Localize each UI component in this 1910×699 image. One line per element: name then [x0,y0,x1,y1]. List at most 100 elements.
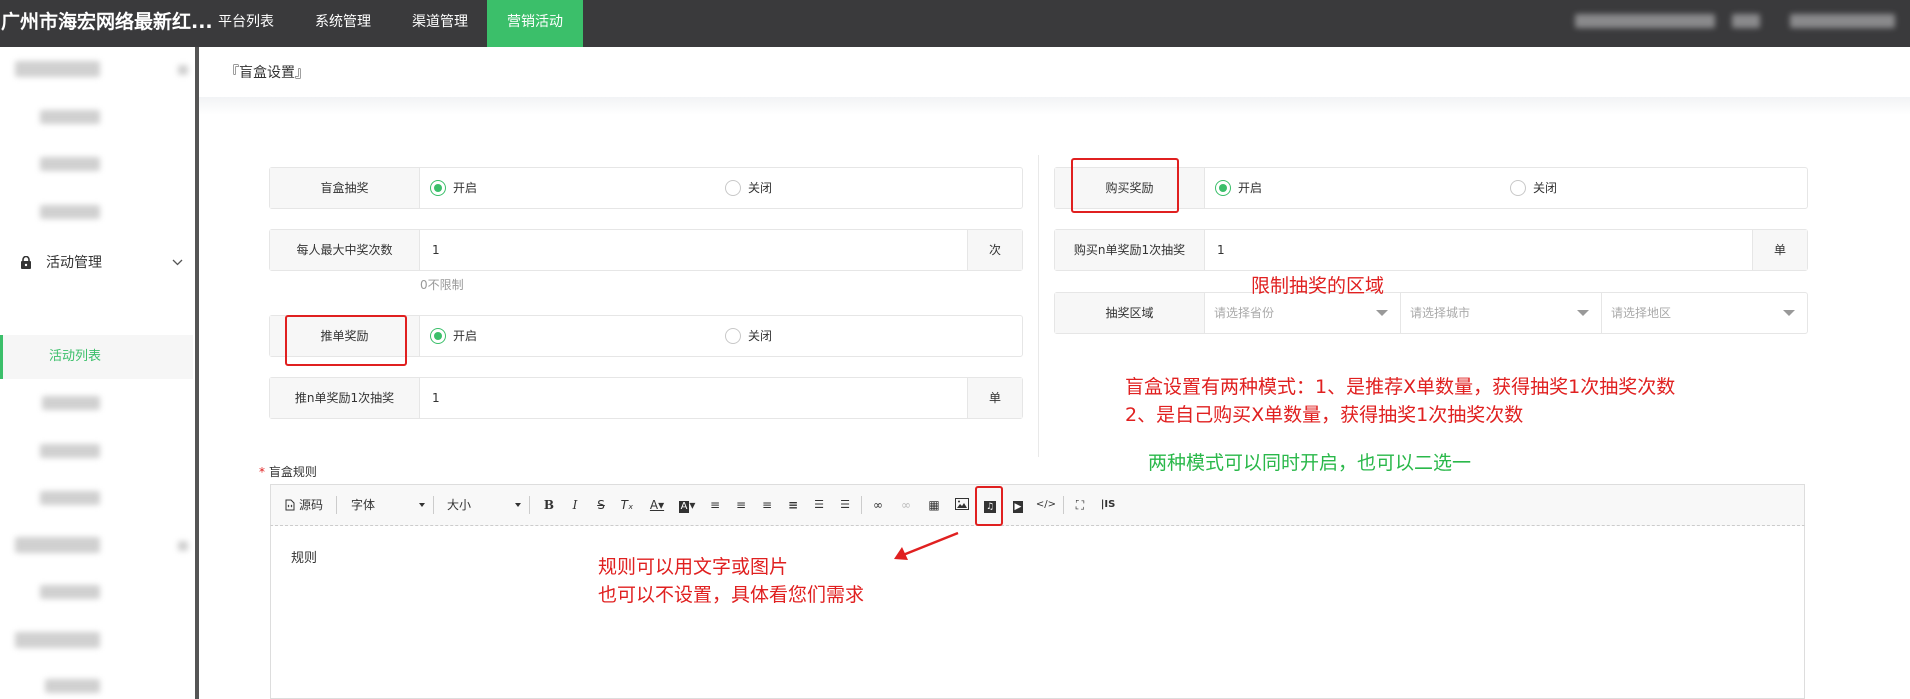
blindbox-off-radio[interactable] [725,180,741,196]
referral-on-radio[interactable] [430,328,446,344]
blindbox-lottery-label: 盲盒抽奖 [270,168,420,208]
blurred-menu-item[interactable] [40,491,100,505]
align-left-icon: ≡ [709,498,721,512]
font-color-button[interactable]: A▾ [643,485,671,525]
district-placeholder: 请选择地区 [1611,306,1672,320]
toolbar-separator [336,496,337,514]
toolbar-separator [529,496,530,514]
brand-title: 广州市海宏网络最新红... [1,11,213,33]
nav-platform-list[interactable]: 平台列表 [202,0,290,47]
align-right-button[interactable]: ≡ [755,485,779,525]
column-divider [1038,155,1039,457]
table-icon: ▦ [928,498,940,512]
district-select[interactable]: 请选择地区 [1603,293,1807,333]
max-win-label: 每人最大中奖次数 [270,230,420,270]
nav-marketing-activity[interactable]: 营销活动 [487,0,583,47]
align-left-button[interactable]: ≡ [703,485,727,525]
blurred-menu-item[interactable] [40,205,100,219]
breadcrumb: 『盲盒设置』 [225,65,309,81]
referral-off-label[interactable]: 关闭 [748,316,772,356]
blurred-menu-item[interactable] [15,537,100,553]
max-win-input[interactable]: 1 [432,230,440,270]
lottery-region-label: 抽奖区域 [1055,293,1205,333]
blurred-menu-item[interactable] [15,61,100,77]
format-button[interactable]: |ΙS [1095,485,1121,525]
fullscreen-button[interactable]: ⛶ [1067,485,1093,525]
referral-count-input[interactable]: 1 [432,378,440,418]
justify-icon: ≡ [787,498,799,512]
link-button[interactable]: ∞ [865,485,891,525]
blurred-menu-item[interactable] [40,585,100,599]
blurred-menu-item[interactable] [40,157,100,171]
blurred-menu-item[interactable] [40,110,100,124]
blurred-menu-item [178,65,188,75]
max-win-hint: 0不限制 [420,278,464,292]
referral-count-row: 推n单奖励1次抽奖 1 单 [269,377,1023,419]
blindbox-lottery-row: 盲盒抽奖 开启 关闭 [269,167,1023,209]
annotation-rules-line2: 也可以不设置，具体看您们需求 [598,584,865,606]
annotation-arrow-icon [894,531,959,560]
chevron-down-icon [172,259,183,266]
blindbox-on-label[interactable]: 开启 [453,168,477,208]
lottery-region-row: 抽奖区域 请选择省份 请选择城市 请选择地区 [1054,292,1808,334]
purchase-count-row: 购买n单奖励1次抽奖 1 单 [1054,229,1808,271]
image-button[interactable] [949,485,975,525]
caret-down-icon [515,503,521,507]
font-select[interactable]: 字体 [343,485,431,525]
format-icon: |ΙS [1100,499,1116,510]
nav-channel-management[interactable]: 渠道管理 [396,0,484,47]
purchase-on-label[interactable]: 开启 [1238,168,1262,208]
blurred-menu-item[interactable] [42,396,100,410]
link-icon: ∞ [873,498,883,512]
rules-editor[interactable]: 规则 [270,526,1805,699]
background-color-button[interactable]: A ▾ [673,485,701,525]
city-select[interactable]: 请选择城市 [1402,293,1602,333]
fullscreen-icon: ⛶ [1075,498,1085,512]
image-icon [955,498,969,510]
blindbox-on-radio[interactable] [430,180,446,196]
source-label: 源码 [299,498,324,512]
align-right-icon: ≡ [761,498,773,512]
size-select[interactable]: 大小 [439,485,527,525]
editor-content[interactable]: 规则 [291,547,317,566]
purchase-off-radio[interactable] [1510,180,1526,196]
justify-button[interactable]: ≡ [781,485,805,525]
bold-icon: B [543,498,555,512]
align-center-button[interactable]: ≡ [729,485,753,525]
max-win-row: 每人最大中奖次数 1 次 [269,229,1023,271]
nav-system-management[interactable]: 系统管理 [298,0,388,47]
purchase-on-radio[interactable] [1215,180,1231,196]
annotation-modes-line2: 2、是自己购买X单数量，获得抽奖1次抽奖次数 [1125,404,1524,426]
chevron-down-icon [1376,310,1388,316]
strikethrough-button[interactable]: S [589,485,613,525]
referral-off-radio[interactable] [725,328,741,344]
bold-button[interactable]: B [537,485,561,525]
italic-button[interactable]: I [563,485,587,525]
blurred-menu-item[interactable] [15,632,100,648]
purchase-count-input[interactable]: 1 [1217,230,1225,270]
purchase-count-label: 购买n单奖励1次抽奖 [1055,230,1205,270]
sidebar-item-activity-management[interactable]: 活动管理 [0,241,193,285]
chevron-down-icon [1577,310,1589,316]
unlink-icon: ∞ [901,498,911,512]
unlink-button[interactable]: ∞ [893,485,919,525]
video-button[interactable]: ▶ [1005,485,1031,525]
source-button[interactable]: 源码 [281,485,331,525]
clear-format-button[interactable]: Tₓ [615,485,639,525]
unordered-list-button[interactable]: ☰ [833,485,857,525]
annotation-region: 限制抽奖的区域 [1251,275,1385,297]
max-win-unit: 次 [967,230,1022,270]
purchase-off-label[interactable]: 关闭 [1533,168,1557,208]
referral-on-label[interactable]: 开启 [453,316,477,356]
rules-label-text: 盲盒规则 [268,465,317,479]
blurred-menu-item[interactable] [45,679,100,693]
table-button[interactable]: ▦ [921,485,947,525]
annotation-box-purchase [1071,158,1179,213]
annotation-rules-line1: 规则可以用文字或图片 [598,556,789,578]
blurred-menu-item[interactable] [40,444,100,458]
sidebar-sub-item-activity-list[interactable]: 活动列表 [0,335,193,379]
blurred-user-info [1732,14,1760,28]
code-button[interactable]: </> [1033,485,1059,525]
ordered-list-button[interactable]: ☰ [807,485,831,525]
blindbox-off-label[interactable]: 关闭 [748,168,772,208]
